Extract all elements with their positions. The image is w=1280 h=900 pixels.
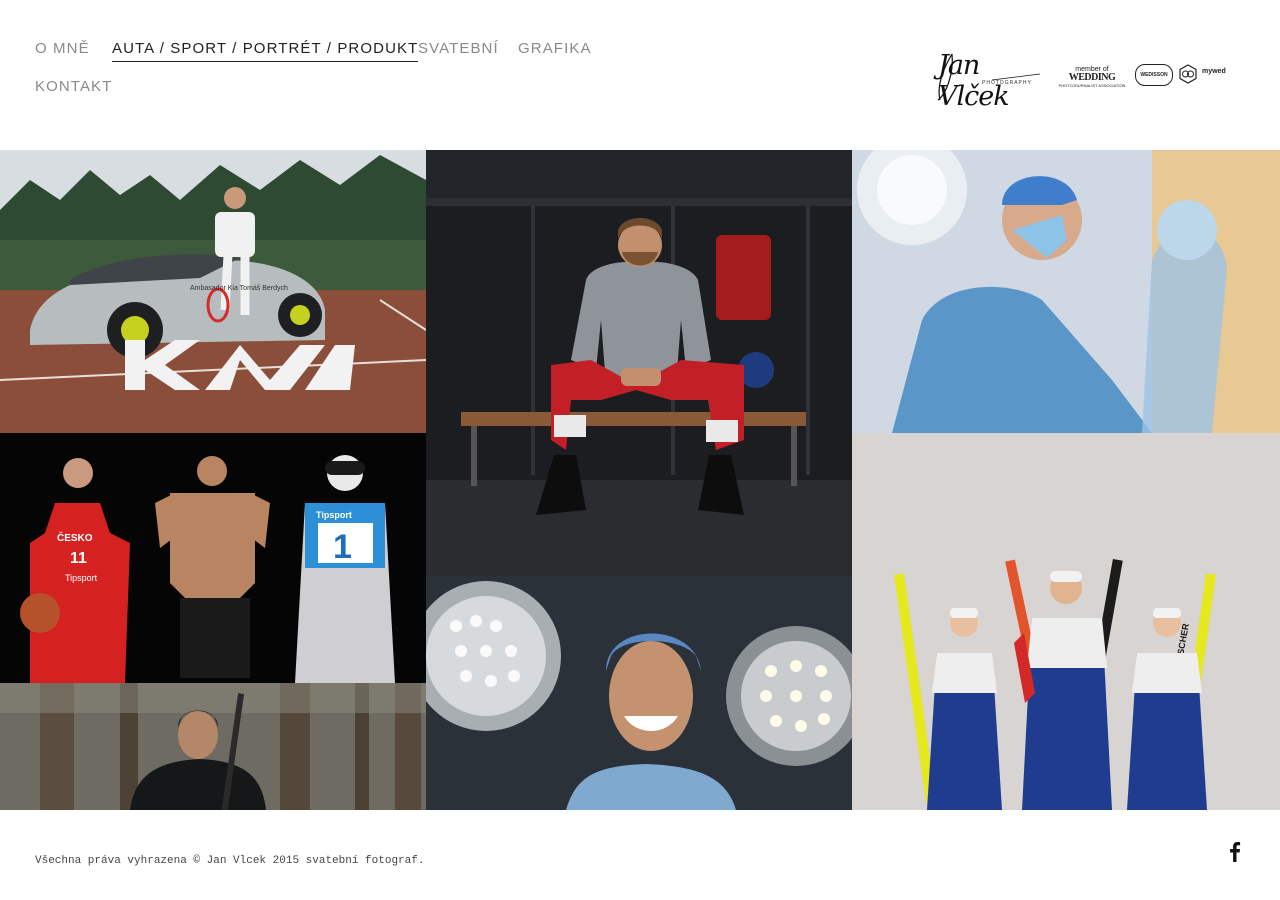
photo-gallery: Ambasador Kia Tomáš Berdych ČESKO 11 Tip… (0, 150, 1280, 810)
nav-item-o-mne[interactable]: O MNĚ (35, 39, 90, 59)
signature-logo[interactable]: Jan Vlček PHOTOGRAPHY (932, 44, 1052, 112)
footer-copyright: Všechna práva vyhrazena © Jan Vlcek 2015… (35, 855, 425, 867)
jersey-number: 11 (70, 550, 87, 567)
hockey-player-image (426, 150, 852, 576)
nav-item-auta-sport[interactable]: AUTA / SPORT / PORTRÉT / PRODUKT (112, 39, 419, 62)
mywed-icon (1179, 64, 1197, 84)
mywed-badge[interactable]: mywed (1178, 64, 1232, 84)
jersey-sponsor: Tipsport (65, 573, 98, 583)
skiers-trio-image: FISCHER (852, 433, 1280, 810)
surgeon-portrait-image (426, 576, 852, 810)
skiers-trio-photo[interactable]: FISCHER (852, 433, 1280, 810)
header-logos: Jan Vlček PHOTOGRAPHY member of WEDDING … (932, 44, 1232, 112)
nav-item-grafika[interactable]: GRAFIKA (518, 39, 592, 59)
badge-wedding-sub: PHOTOJOURNALIST ASSOCIATION (1058, 83, 1126, 88)
nav-item-svatebni[interactable]: SVATEBNÍ (418, 39, 499, 59)
surgeon-image (852, 150, 1280, 433)
car-tennis-image: Ambasador Kia Tomáš Berdych (0, 150, 426, 433)
forest-portrait-image (0, 683, 426, 810)
surgeon-photo[interactable] (852, 150, 1280, 433)
facebook-icon (1230, 842, 1241, 862)
badge-mywed-text: mywed (1202, 68, 1226, 75)
car-caption-text: Ambasador Kia Tomáš Berdych (190, 285, 288, 292)
surgeon-portrait-photo[interactable] (426, 576, 852, 810)
car-tennis-photo[interactable]: Ambasador Kia Tomáš Berdych (0, 150, 426, 433)
hockey-player-photo[interactable] (426, 150, 852, 576)
wpja-badge[interactable]: member of WEDDING PHOTOJOURNALIST ASSOCI… (1054, 66, 1130, 90)
signature-sub: PHOTOGRAPHY (982, 80, 1032, 86)
wedisson-badge[interactable]: WEDISSON (1135, 64, 1173, 86)
athletes-trio-image: ČESKO 11 Tipsport Tipsport 1 (0, 433, 426, 683)
badge-wedding-text: WEDDING (1068, 72, 1116, 83)
facebook-link[interactable] (1226, 840, 1244, 864)
nav-item-kontakt[interactable]: KONTAKT (35, 77, 112, 97)
bib-sponsor: Tipsport (316, 510, 352, 520)
badge-wedisson-text: WEDISSON (1140, 72, 1168, 78)
forest-portrait-photo[interactable] (0, 683, 426, 810)
athletes-trio-photo[interactable]: ČESKO 11 Tipsport Tipsport 1 (0, 433, 426, 683)
jersey-text: ČESKO (57, 531, 93, 544)
bib-number: 1 (333, 528, 352, 566)
